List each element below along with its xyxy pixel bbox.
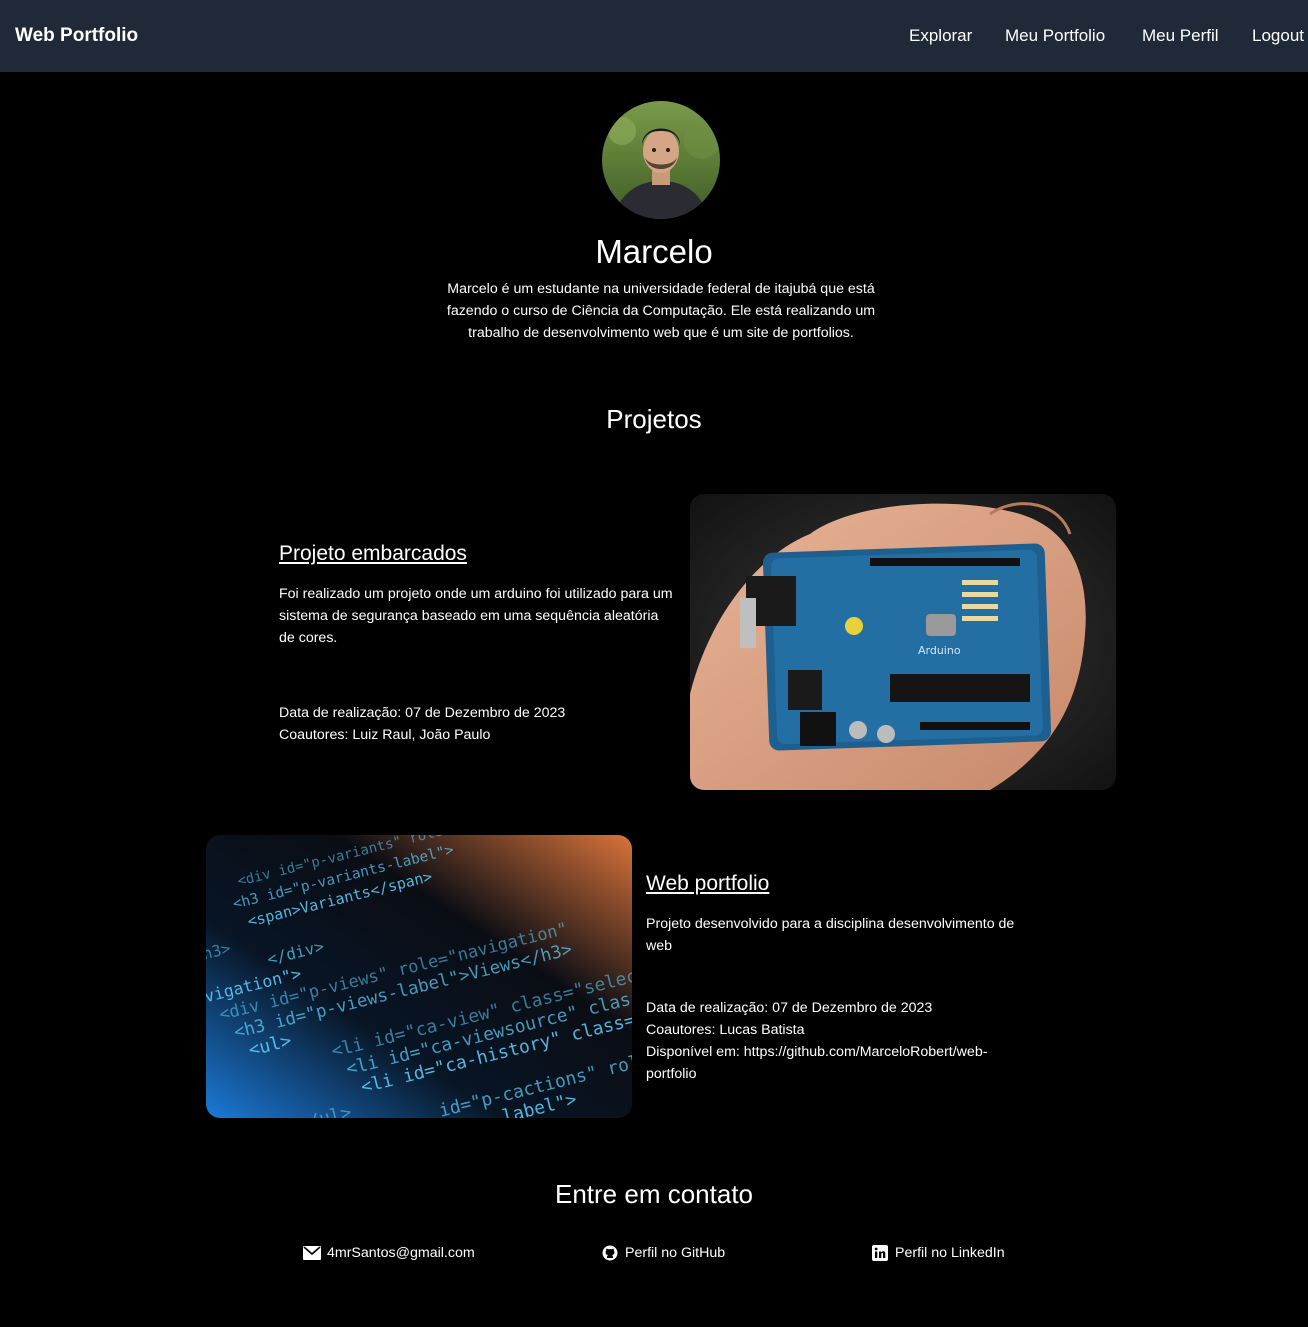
project-meta: Data de realização: 07 de Dezembro de 20… xyxy=(279,702,674,746)
contact-email: 4mrSantos@gmail.com xyxy=(327,1245,475,1261)
contact-heading: Entre em contato xyxy=(555,1179,753,1209)
mail-icon xyxy=(303,1244,321,1262)
project-repo-link[interactable]: Disponível em: https://github.com/Marcel… xyxy=(646,1041,1026,1085)
contact-linkedin: Perfil no LinkedIn xyxy=(895,1245,1005,1261)
project-image-arduino: Arduino xyxy=(690,494,1116,790)
projects-heading: Projetos xyxy=(606,404,702,434)
contact-github-link[interactable]: Perfil no GitHub xyxy=(601,1244,725,1262)
nav-meu-perfil[interactable]: Meu Perfil xyxy=(1142,26,1219,46)
contact-github: Perfil no GitHub xyxy=(625,1245,726,1261)
profile-avatar xyxy=(602,101,720,219)
profile-bio: Marcelo é um estudante na universidade f… xyxy=(446,281,876,341)
project-coauthors: Coautores: Luiz Raul, João Paulo xyxy=(279,727,491,743)
nav-explorar[interactable]: Explorar xyxy=(909,26,972,46)
project-title-web-portfolio[interactable]: Web portfolio xyxy=(646,872,769,896)
svg-text:Arduino: Arduino xyxy=(918,644,961,657)
linkedin-icon xyxy=(871,1244,889,1262)
nav-meu-portfolio[interactable]: Meu Portfolio xyxy=(1005,26,1105,46)
project-coauthors: Coautores: Lucas Batista xyxy=(646,1022,805,1038)
project-date: Data de realização: 07 de Dezembro de 20… xyxy=(646,1000,933,1016)
github-icon xyxy=(601,1244,619,1262)
contact-linkedin-link[interactable]: Perfil no LinkedIn xyxy=(871,1244,1005,1262)
contact-email-link[interactable]: 4mrSantos@gmail.com xyxy=(303,1244,475,1262)
profile-name: Marcelo xyxy=(595,233,713,270)
brand-logo[interactable]: Web Portfolio xyxy=(15,25,138,47)
project-meta: Data de realização: 07 de Dezembro de 20… xyxy=(646,997,1026,1085)
project-title-embarcados[interactable]: Projeto embarcados xyxy=(279,542,467,566)
project-description: Foi realizado um projeto onde um arduino… xyxy=(279,586,673,646)
project-description: Projeto desenvolvido para a disciplina d… xyxy=(646,916,1015,954)
navbar: Web Portfolio Explorar Meu Portfolio Meu… xyxy=(0,0,1308,72)
project-image-code: <div id="p-variants" role="navigation"<h… xyxy=(206,835,632,1118)
project-date: Data de realização: 07 de Dezembro de 20… xyxy=(279,705,566,721)
nav-logout[interactable]: Logout xyxy=(1252,26,1304,46)
